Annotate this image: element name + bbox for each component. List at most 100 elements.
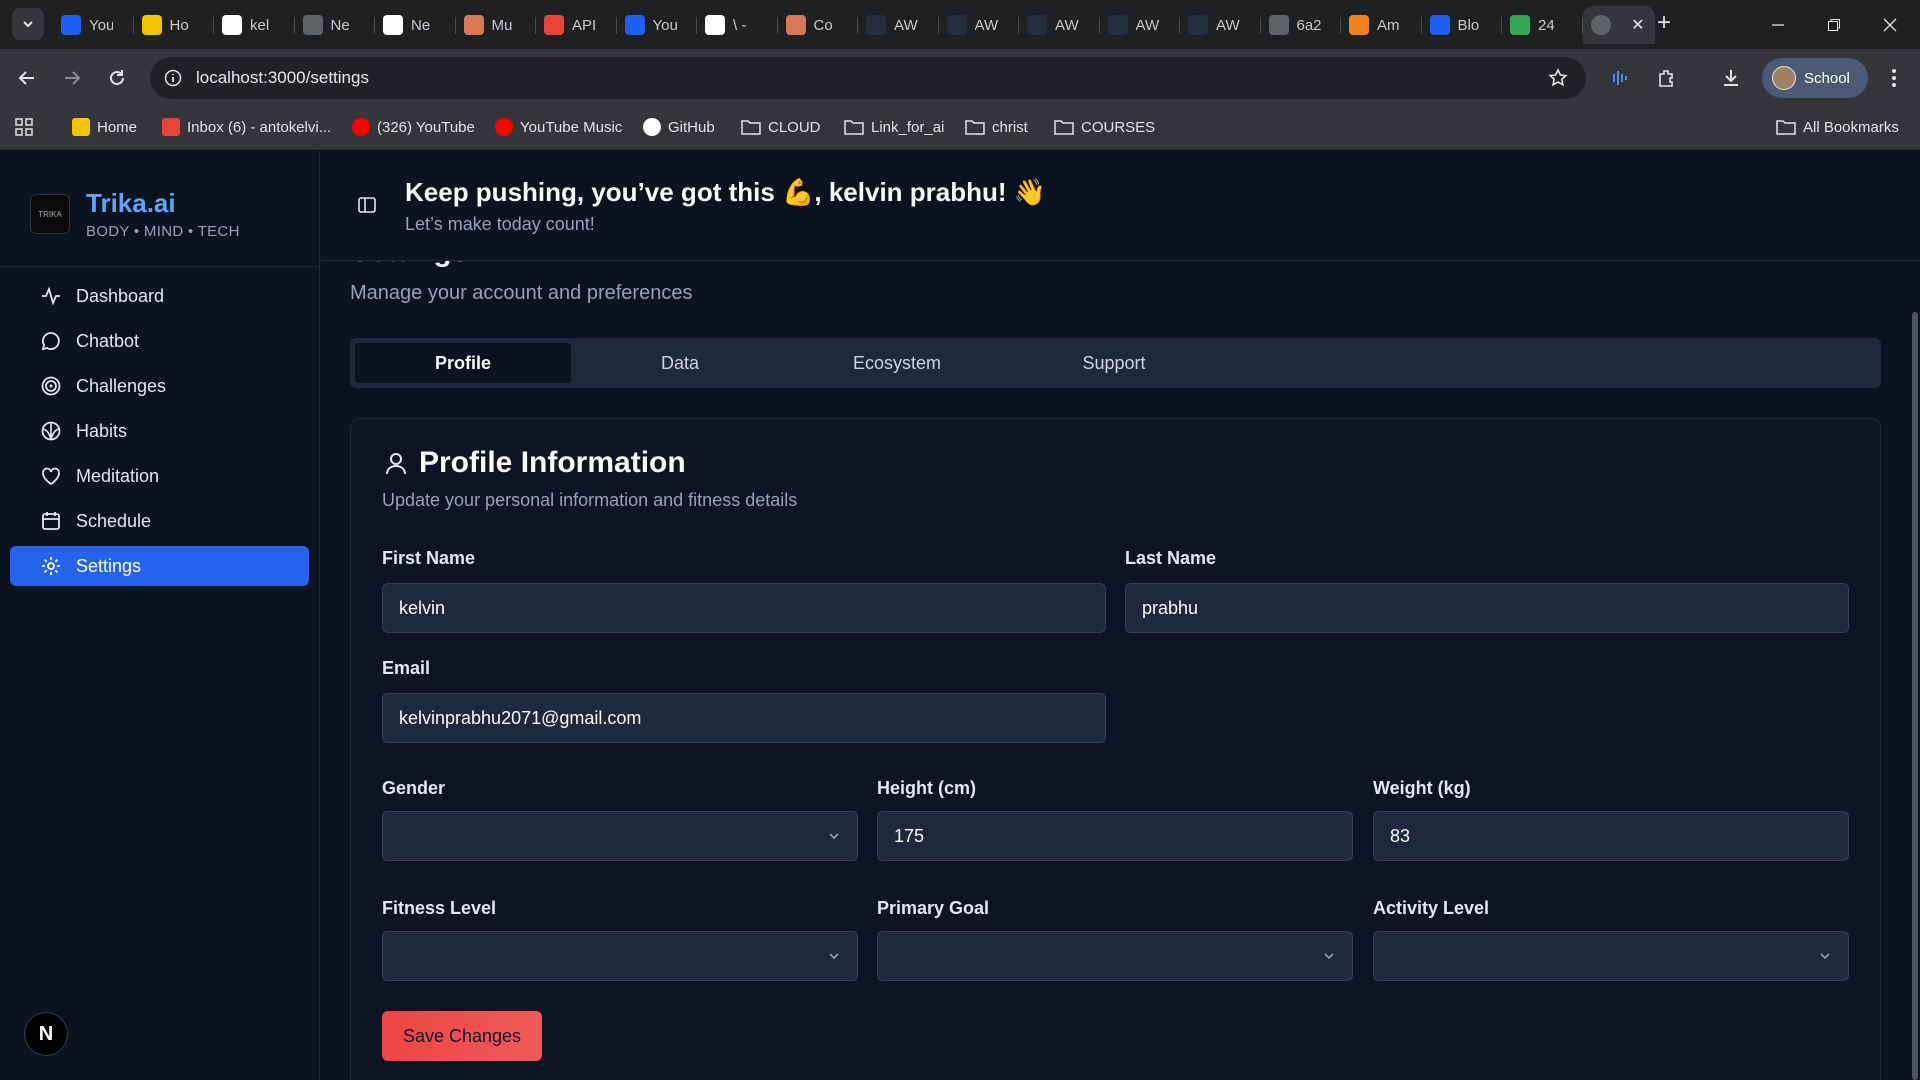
first-name-input[interactable]: kelvin <box>382 583 1106 633</box>
sidebar-item-schedule[interactable]: Schedule <box>10 501 309 541</box>
browser-tab[interactable]: Ne <box>375 6 456 44</box>
copilot-button[interactable] <box>1606 64 1634 92</box>
browser-tab[interactable]: 6a2 <box>1261 6 1342 44</box>
primary-goal-select[interactable] <box>877 931 1353 981</box>
new-tab-button[interactable]: + <box>1650 10 1678 38</box>
reload-button[interactable] <box>103 64 131 92</box>
browser-tab[interactable]: API <box>536 6 617 44</box>
bookmark-item[interactable]: Home <box>72 115 137 139</box>
close-icon <box>1883 18 1897 31</box>
height-label: Height (cm) <box>877 778 976 798</box>
tab-support[interactable]: Support <box>1006 343 1222 383</box>
email-input[interactable]: kelvinprabhu2071@gmail.com <box>382 693 1106 743</box>
extensions-button[interactable] <box>1653 64 1681 92</box>
fitness-level-label: Fitness Level <box>382 898 497 918</box>
browser-tab[interactable]: AW <box>939 6 1020 44</box>
bookmark-item[interactable]: GitHub <box>643 115 715 139</box>
last-name-input[interactable]: prabhu <box>1125 583 1849 633</box>
bookmark-item[interactable]: Inbox (6) - antokelvi... <box>162 115 331 139</box>
forward-button[interactable] <box>58 64 86 92</box>
scrollbar-thumb[interactable] <box>1912 312 1918 1080</box>
aws-icon <box>1188 15 1208 35</box>
restore-button[interactable] <box>1806 0 1862 49</box>
folder-icon <box>741 120 761 135</box>
browser-tab[interactable]: AW <box>1180 6 1261 44</box>
browser-tab[interactable]: You <box>53 6 134 44</box>
avatar[interactable]: N <box>24 1012 68 1056</box>
browser-tab[interactable]: Co <box>778 6 859 44</box>
fitness-level-select[interactable] <box>382 931 858 981</box>
chevron-down-icon <box>1820 953 1830 960</box>
s-icon <box>1429 15 1450 35</box>
save-changes-button[interactable]: Save Changes <box>382 1011 542 1061</box>
gender-select[interactable] <box>382 811 858 861</box>
browser-tab-title: Blo <box>1457 16 1480 34</box>
browser-tab[interactable]: kel <box>214 6 295 44</box>
sidebar-item-label: Chatbot <box>76 330 140 351</box>
minimize-button[interactable] <box>1750 0 1806 49</box>
browser-tab[interactable]: AW <box>1100 6 1181 44</box>
toggle-sidebar-button[interactable] <box>357 195 377 220</box>
target-icon <box>41 376 61 396</box>
star-icon[interactable] <box>1548 68 1568 88</box>
site-info-icon[interactable] <box>164 69 182 87</box>
browser-tab[interactable]: Ne <box>295 6 376 44</box>
weight-input[interactable]: 83 <box>1373 811 1849 861</box>
bookmark-label: Link_for_ai <box>871 118 945 136</box>
tab-ecosystem[interactable]: Ecosystem <box>789 343 1005 383</box>
all-bookmarks-button[interactable]: All Bookmarks <box>1776 115 1899 139</box>
browser-tab[interactable]: \ - <box>697 6 778 44</box>
bookmark-item[interactable]: COURSES <box>1054 115 1155 139</box>
browser-tab[interactable]: Am <box>1341 6 1422 44</box>
sidebar-item-label: Meditation <box>76 465 160 486</box>
omnibox[interactable]: localhost:3000/settings <box>150 57 1586 99</box>
heart-icon <box>42 467 60 486</box>
url-text[interactable]: localhost:3000/settings <box>196 68 369 88</box>
brand[interactable]: TRIKA Trika.ai BODY • MIND • TECH <box>30 188 240 240</box>
sidebar-item-dashboard[interactable]: Dashboard <box>10 276 309 316</box>
browser-tab[interactable]: 24 <box>1502 6 1583 44</box>
chevron-down-icon <box>23 21 33 28</box>
globe-icon <box>1590 15 1611 35</box>
avatar <box>1772 66 1796 90</box>
tab-data[interactable]: Data <box>572 343 788 383</box>
browser-tab-active[interactable]: ✕ <box>1582 6 1655 44</box>
sidebar-item-challenges[interactable]: Challenges <box>10 366 309 406</box>
chat-bubble-icon <box>41 332 60 351</box>
bookmark-item[interactable]: Link_for_ai <box>844 115 944 139</box>
bookmark-item[interactable]: CLOUD <box>741 115 821 139</box>
profile-button[interactable]: School <box>1762 58 1868 98</box>
home-icon <box>72 118 90 136</box>
globe-icon <box>1268 15 1289 35</box>
browser-tab[interactable]: Ho <box>134 6 215 44</box>
apps-button[interactable] <box>10 113 38 141</box>
close-tab-button[interactable]: ✕ <box>1631 15 1644 35</box>
bookmark-item[interactable]: (326) YouTube <box>352 115 475 139</box>
tab-search-button[interactable] <box>12 8 44 40</box>
logo-text: TRIKA <box>38 209 62 219</box>
sidebar-item-meditation[interactable]: Meditation <box>10 456 309 496</box>
tab-profile[interactable]: Profile <box>355 343 571 383</box>
chrome-menu-button[interactable] <box>1880 64 1908 92</box>
browser-tab[interactable]: AW <box>858 6 939 44</box>
sidebar-item-settings[interactable]: Settings <box>10 546 309 586</box>
close-window-button[interactable] <box>1862 0 1918 49</box>
bookmark-item[interactable]: YouTube Music <box>495 115 622 139</box>
brand-tagline: BODY • MIND • TECH <box>86 223 240 240</box>
sidebar-item-habits[interactable]: Habits <box>10 411 309 451</box>
browser-tab[interactable]: Mu <box>456 6 537 44</box>
back-button[interactable] <box>13 64 41 92</box>
browser-tab[interactable]: You <box>617 6 698 44</box>
sidebar-item-chatbot[interactable]: Chatbot <box>10 321 309 361</box>
bookmark-label: (326) YouTube <box>377 118 475 136</box>
browser-tab[interactable]: Blo <box>1422 6 1503 44</box>
sidebar-item-label: Dashboard <box>76 285 165 306</box>
apps-grid-icon <box>15 118 33 136</box>
bookmark-item[interactable]: christ <box>965 115 1028 139</box>
downloads-button[interactable] <box>1717 64 1745 92</box>
browser-tab-strip: You Ho kel Ne Ne Mu API You \ - Co AW AW AW AW AW 6a2 Am… <box>0 0 1920 49</box>
activity-level-select[interactable] <box>1373 931 1849 981</box>
height-input[interactable]: 175 <box>877 811 1353 861</box>
browser-tab[interactable]: AW <box>1019 6 1100 44</box>
browser-tab-title: \ - <box>733 16 747 34</box>
